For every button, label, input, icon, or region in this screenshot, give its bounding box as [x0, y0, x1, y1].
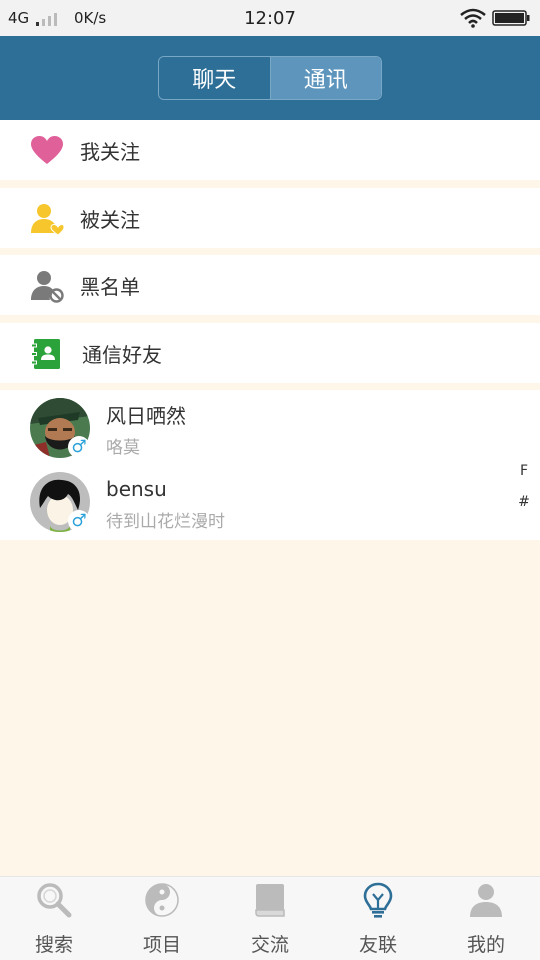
- heart-icon: [31, 136, 63, 164]
- index-letter-f[interactable]: F: [516, 463, 532, 479]
- male-gender-icon: ♂: [68, 436, 90, 458]
- index-letter-hash[interactable]: #: [516, 494, 532, 510]
- menu-item-label: 黑名单: [80, 274, 140, 299]
- status-bar: 4G 0K/s 12:07: [0, 0, 540, 36]
- book-icon: [255, 884, 285, 917]
- tab-mine[interactable]: 我的: [432, 877, 540, 960]
- tab-contacts[interactable]: 通讯: [270, 57, 381, 99]
- tab-projects[interactable]: 项目: [108, 877, 216, 960]
- app-header: 聊天 通讯: [0, 36, 540, 120]
- lightbulb-icon: [363, 882, 393, 918]
- battery-icon: [492, 10, 530, 26]
- bottom-tab-bar: 搜索 项目 交流 友联 我的: [0, 876, 540, 960]
- contact-item[interactable]: ♂ 风日哂然 咯莫: [0, 390, 540, 465]
- contact-item[interactable]: ♂ bensu 待到山花烂漫时: [0, 465, 540, 540]
- tab-friends[interactable]: 友联: [324, 877, 432, 960]
- clock: 12:07: [244, 8, 296, 29]
- wifi-icon: [460, 8, 486, 28]
- user-blocked-icon: [31, 271, 64, 303]
- menu-item-label: 我关注: [80, 139, 140, 164]
- male-gender-icon: ♂: [68, 510, 90, 532]
- menu-item-label: 被关注: [80, 207, 140, 232]
- menu-item-phone-contacts[interactable]: 通信好友: [0, 323, 540, 383]
- tab-chat[interactable]: 聊天: [159, 57, 271, 99]
- segmented-control: 聊天 通讯: [158, 56, 382, 100]
- profile-icon: [470, 884, 502, 917]
- menu-item-label: 通信好友: [82, 342, 162, 367]
- contact-book-icon: [31, 339, 60, 369]
- contact-name: 风日哂然: [106, 404, 186, 428]
- contact-signature: 咯莫: [106, 438, 140, 458]
- tab-search[interactable]: 搜索: [0, 877, 108, 960]
- menu-item-following[interactable]: 我关注: [0, 120, 540, 180]
- user-heart-icon: [31, 204, 64, 236]
- contact-list: ♂ 风日哂然 咯莫 ♂ bensu 待到山花烂漫时: [0, 390, 540, 540]
- menu-item-followers[interactable]: 被关注: [0, 188, 540, 248]
- tab-label: 我的: [466, 934, 505, 956]
- menu-item-blacklist[interactable]: 黑名单: [0, 255, 540, 315]
- tab-label: 友联: [358, 934, 397, 956]
- tab-exchange[interactable]: 交流: [216, 877, 324, 960]
- yin-yang-icon: [145, 883, 179, 917]
- tab-label: 项目: [142, 934, 181, 956]
- search-icon: [37, 883, 72, 918]
- contact-name: bensu: [106, 477, 167, 501]
- tab-label: 交流: [250, 934, 289, 956]
- tab-label: 搜索: [34, 934, 73, 956]
- contact-signature: 待到山花烂漫时: [106, 512, 225, 532]
